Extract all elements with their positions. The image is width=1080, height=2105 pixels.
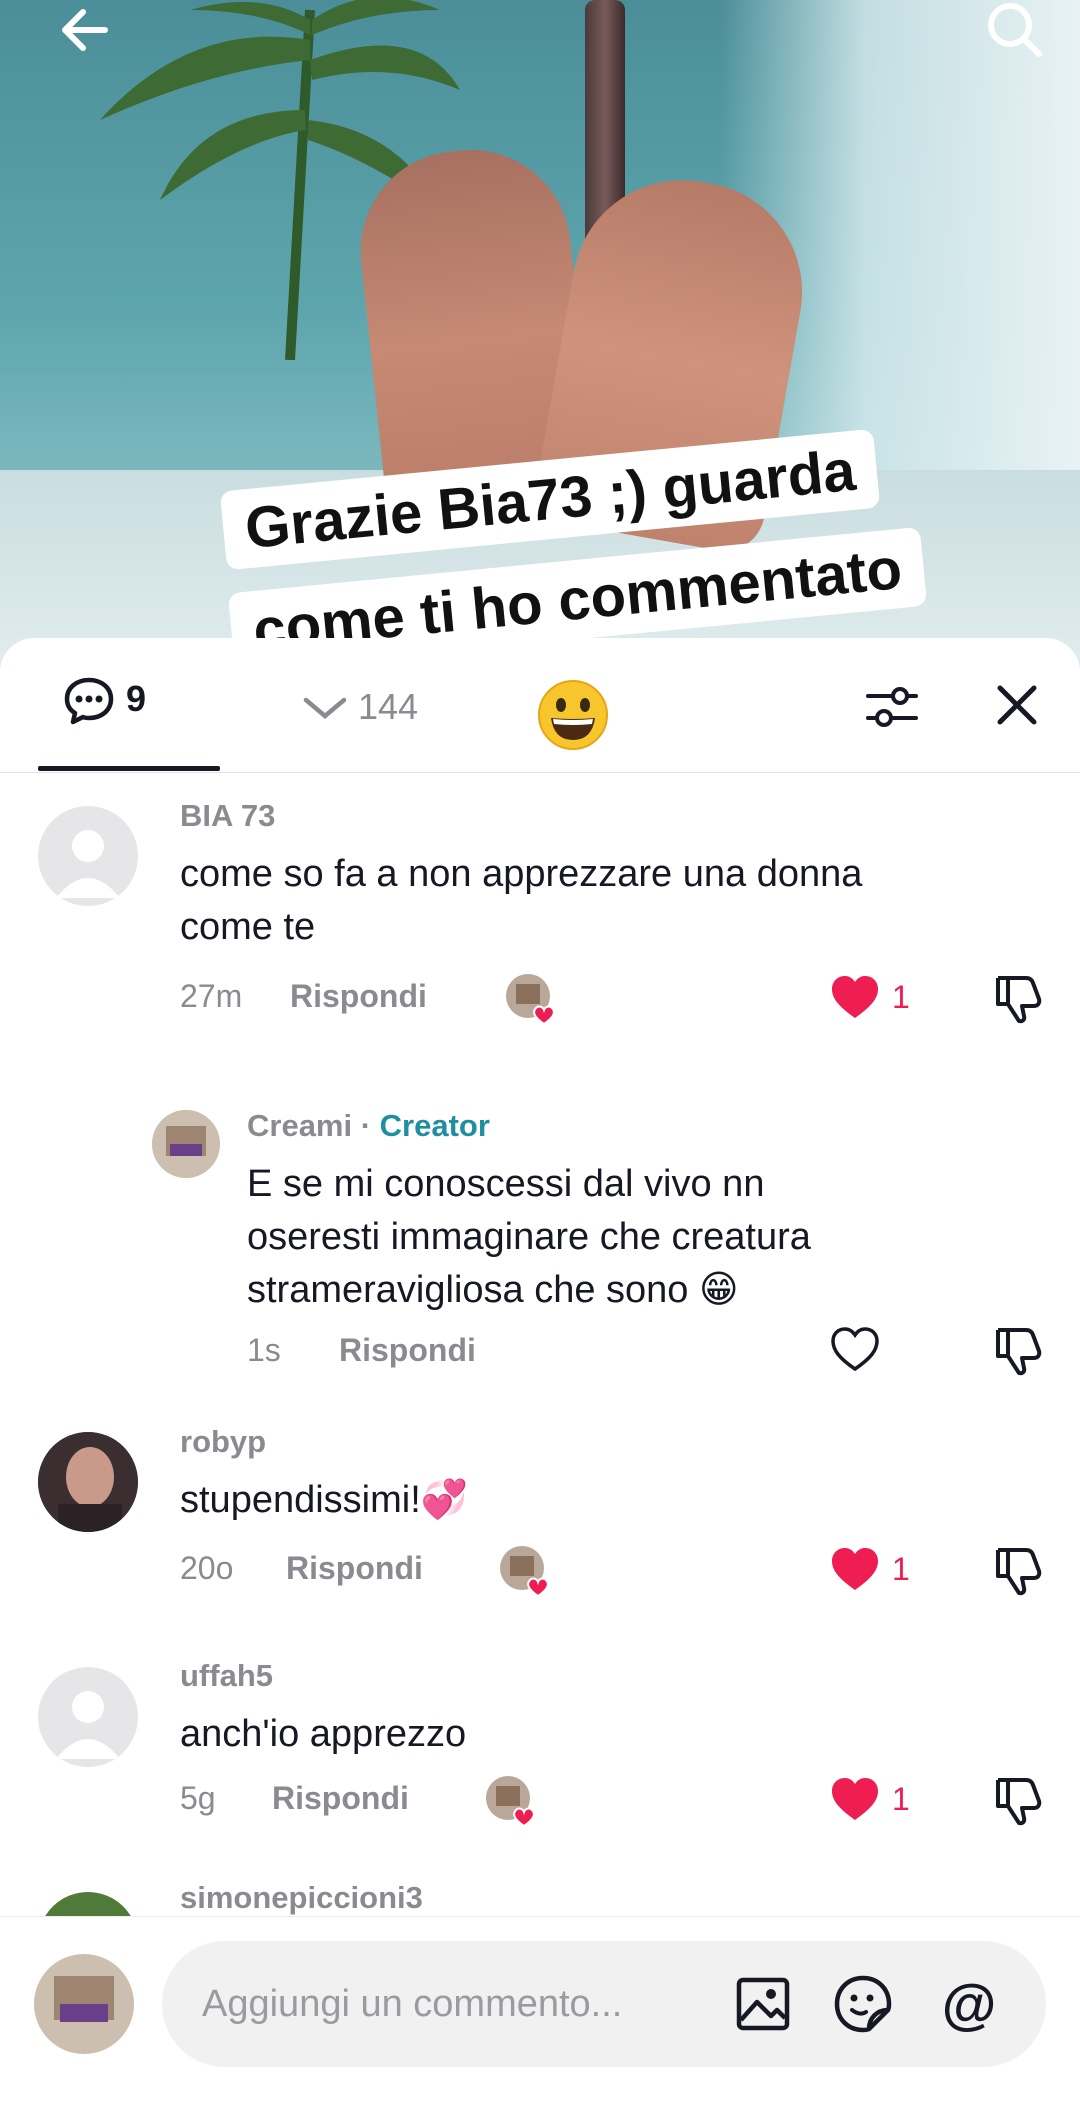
my-avatar-image — [34, 1954, 134, 2054]
tab-likes[interactable]: 144 — [300, 686, 418, 728]
creator-liked-badge — [484, 1774, 535, 1828]
comment-time: 1s — [247, 1332, 281, 1368]
close-icon — [997, 685, 1037, 725]
search-button[interactable] — [970, 0, 1060, 60]
comment-text: stupendissimi!💞 — [180, 1479, 469, 1521]
dislike-icon — [996, 976, 1042, 1024]
dislike-button[interactable] — [990, 972, 1044, 1026]
comments-sheet: 9 144 BIA 73 come so fa a non apprezzare… — [0, 638, 1080, 2104]
dislike-button[interactable] — [990, 1774, 1044, 1828]
dislike-icon — [996, 1548, 1042, 1596]
creator-liked-avatar-icon — [500, 1546, 549, 1598]
heart-icon — [832, 1548, 878, 1590]
filter-button[interactable] — [862, 678, 922, 738]
creator-avatar-icon — [152, 1110, 220, 1178]
creator-liked-badge — [504, 972, 555, 1026]
comments-list[interactable]: BIA 73 come so fa a non apprezzare una d… — [0, 772, 1080, 1919]
comment-username[interactable]: uffah5 — [180, 1658, 273, 1694]
like-button[interactable]: 1 — [830, 1776, 910, 1822]
creator-liked-avatar-icon — [486, 1776, 535, 1828]
creator-username[interactable]: Creami — [247, 1108, 352, 1143]
avatar[interactable] — [38, 1667, 138, 1767]
creator-badge: Creator — [379, 1108, 490, 1143]
comment-meta: 1s Rispondi — [247, 1332, 476, 1369]
comment-text-line: oseresti immaginare che creatura — [247, 1216, 811, 1258]
close-button[interactable] — [990, 678, 1044, 732]
image-icon — [736, 1977, 790, 2031]
comment-meta: 27m Rispondi — [180, 978, 427, 1015]
comment-text: anch'io apprezzo — [180, 1713, 467, 1755]
comment-composer: @ — [0, 1916, 1080, 2105]
like-button[interactable] — [830, 1326, 880, 1372]
dislike-button[interactable] — [990, 1324, 1044, 1378]
like-button[interactable]: 1 — [830, 974, 910, 1020]
comments-count: 9 — [126, 678, 147, 719]
grinning-emoji-icon — [538, 680, 608, 750]
comment-username[interactable]: Creami · Creator — [247, 1108, 490, 1144]
dislike-icon — [996, 1328, 1042, 1376]
comment-text-line: come so fa a non apprezzare una donna — [180, 853, 863, 895]
comment-text-line: come te — [180, 906, 316, 948]
sticker-button[interactable] — [832, 1973, 894, 2035]
search-icon — [988, 3, 1042, 57]
comment-text: come so fa a non apprezzare una donna co… — [180, 848, 862, 954]
comment-username[interactable]: robyp — [180, 1424, 266, 1460]
comment-time: 20o — [180, 1550, 234, 1586]
chevron-down-icon — [303, 697, 347, 719]
image-button[interactable] — [732, 1973, 794, 2035]
comment-time: 27m — [180, 978, 243, 1014]
creator-liked-avatar-icon — [506, 974, 555, 1026]
heart-icon — [832, 1778, 878, 1820]
comment-item: BIA 73 come so fa a non apprezzare una d… — [0, 772, 1080, 1062]
dislike-icon — [996, 1778, 1042, 1826]
heart-icon — [832, 976, 878, 1018]
default-avatar-icon — [56, 1691, 120, 1759]
comment-bubble-icon — [64, 677, 114, 725]
comment-item: uffah5 anch'io apprezzo 5g Rispondi 1 — [0, 1632, 1080, 1862]
video-player[interactable]: Grazie Bia73 ;) guarda come ti ho commen… — [0, 0, 1080, 700]
like-button[interactable]: 1 — [830, 1546, 910, 1592]
avatar[interactable] — [38, 806, 138, 906]
reply-button[interactable]: Rispondi — [339, 1332, 476, 1369]
filter-icon — [866, 687, 918, 727]
default-avatar-icon — [56, 830, 120, 898]
my-avatar[interactable] — [34, 1954, 134, 2054]
back-button[interactable] — [40, 0, 130, 60]
comment-time: 5g — [180, 1780, 216, 1816]
reply-button[interactable]: Rispondi — [272, 1780, 409, 1817]
dislike-button[interactable] — [990, 1544, 1044, 1598]
reply-item: Creami · Creator E se mi conoscessi dal … — [0, 1062, 1080, 1402]
likes-count: 144 — [358, 686, 419, 727]
username-separator: · — [352, 1108, 380, 1143]
back-arrow-icon — [62, 9, 108, 51]
heart-outline-icon — [831, 1327, 879, 1372]
sticker-icon — [834, 1975, 892, 2033]
user-photo-avatar — [38, 1432, 138, 1532]
comment-username[interactable]: simonepiccioni3 — [180, 1880, 423, 1916]
comment-username[interactable]: BIA 73 — [180, 798, 275, 834]
tab-comments[interactable]: 9 — [38, 674, 220, 770]
avatar[interactable] — [38, 1892, 138, 1919]
comment-text-line: E se mi conoscessi dal vivo nn — [247, 1163, 765, 1205]
comment-item: robyp stupendissimi!💞 20o Rispondi 1 — [0, 1402, 1080, 1632]
like-count: 1 — [892, 978, 910, 1015]
comments-tabs: 9 144 — [0, 638, 1080, 773]
like-count: 1 — [892, 1550, 910, 1587]
like-count: 1 — [892, 1780, 910, 1817]
active-tab-indicator — [38, 766, 220, 771]
comment-text-line: strameravigliosa che sono 😁 — [247, 1269, 739, 1311]
avatar[interactable] — [152, 1110, 220, 1178]
mention-button[interactable]: @ — [938, 1973, 1000, 2035]
reply-button[interactable]: Rispondi — [290, 978, 427, 1015]
comment-input[interactable] — [202, 1979, 702, 2029]
comment-text: E se mi conoscessi dal vivo nn oseresti … — [247, 1158, 811, 1317]
comment-meta: 20o Rispondi — [180, 1550, 423, 1587]
creator-liked-badge — [498, 1544, 549, 1598]
comment-meta: 5g Rispondi — [180, 1780, 409, 1817]
reply-button[interactable]: Rispondi — [286, 1550, 423, 1587]
avatar[interactable] — [38, 1432, 138, 1532]
comment-item: simonepiccioni3 — [0, 1862, 1080, 1919]
at-icon: @ — [941, 1972, 997, 2035]
comment-input-wrapper: @ — [162, 1941, 1046, 2067]
